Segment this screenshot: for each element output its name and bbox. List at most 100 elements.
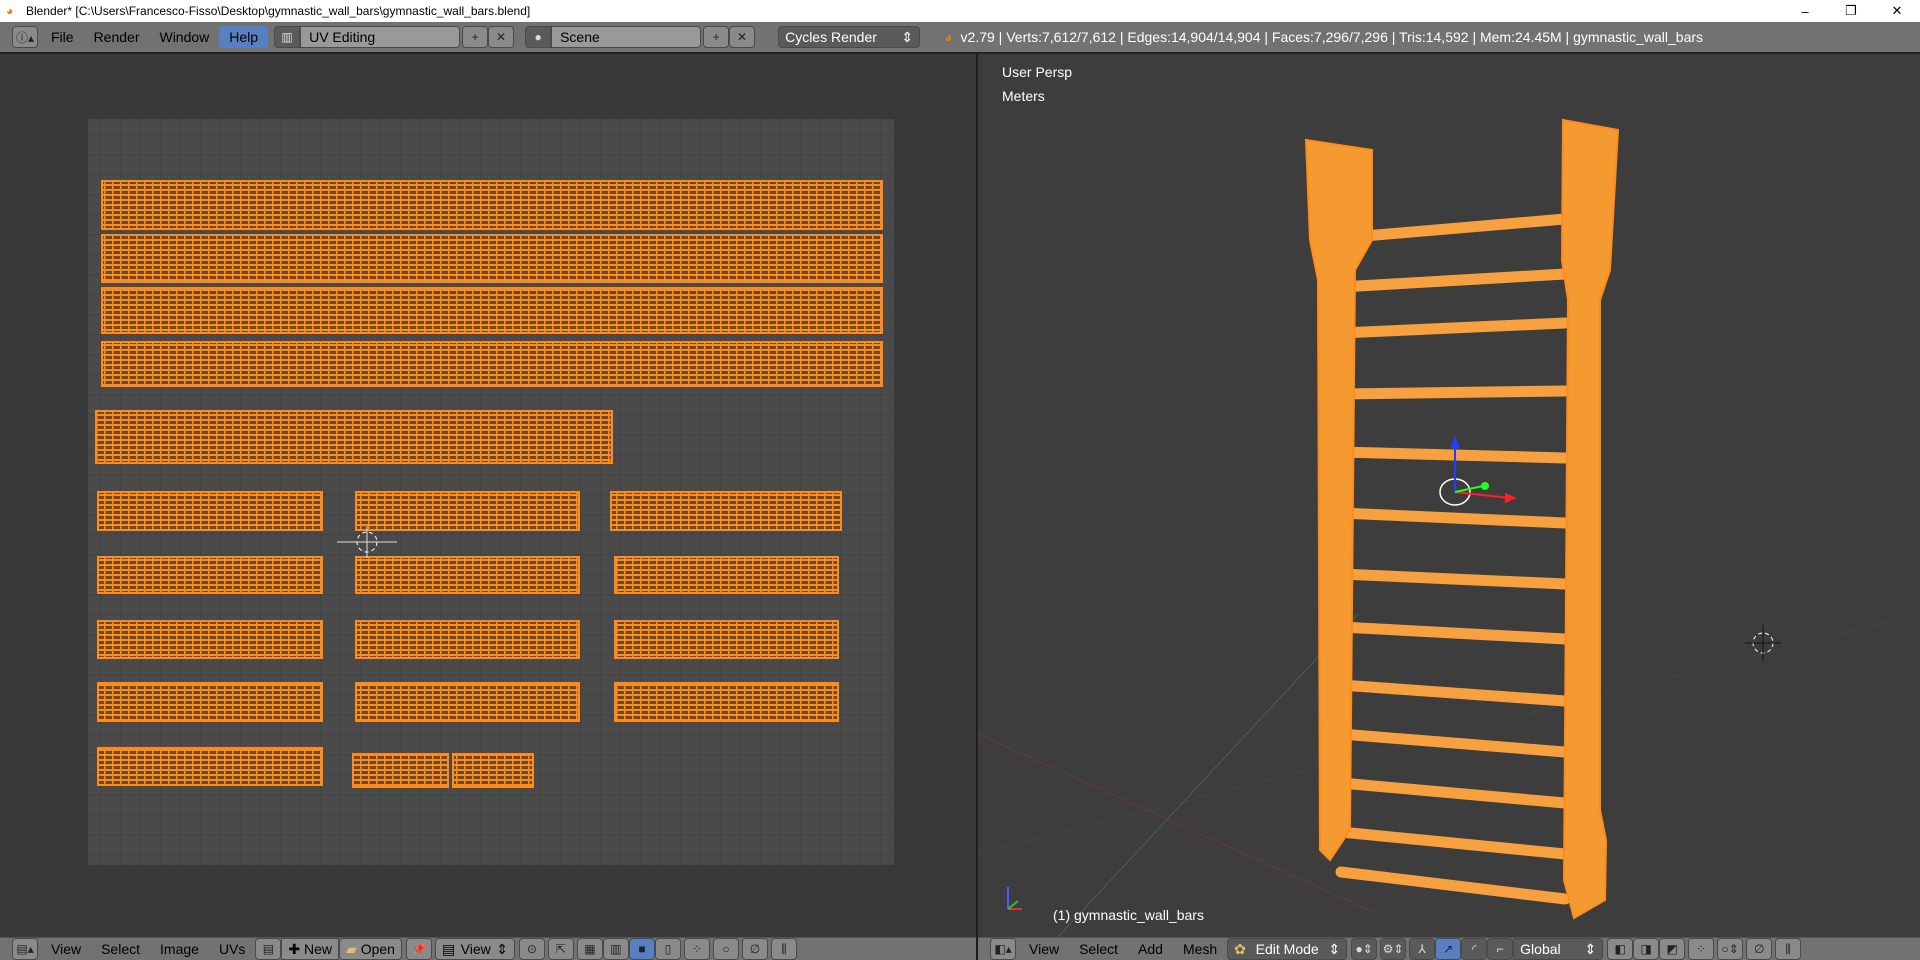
rotate-manipulator-icon[interactable]: ◜ [1461,938,1488,960]
uv-menu-select[interactable]: Select [91,938,150,960]
edge-select-mode-icon[interactable]: ◨ [1633,938,1660,960]
remove-scene-icon[interactable]: ✕ [729,26,756,48]
wall-bar-rung[interactable] [1335,446,1571,464]
uv-island[interactable] [97,556,323,594]
pivot-icon[interactable]: ⊙ [518,938,545,960]
snap-element-icon[interactable]: ⫼ [770,938,797,960]
uv-island[interactable] [97,491,323,531]
pin-icon[interactable]: 📌 [405,938,432,960]
manipulator-toggle-icon[interactable]: ⅄ [1409,938,1436,960]
uv-island[interactable] [97,620,323,659]
uv-island[interactable] [614,556,839,594]
snap-element-icon[interactable]: ⫼ [1775,938,1802,960]
menu-window[interactable]: Window [149,26,219,48]
uv-image-editor[interactable] [0,54,976,937]
snap-icon[interactable]: ∅ [741,938,768,960]
uv-island[interactable] [97,747,323,786]
vertex-select-icon[interactable]: ▦ [576,938,603,960]
view3d-menu-select[interactable]: Select [1069,938,1128,960]
uv-island[interactable] [355,491,580,531]
uv-menu-view[interactable]: View [41,938,91,960]
orientation-select[interactable]: Global ⇕ [1513,938,1604,960]
add-layout-icon[interactable]: + [462,26,489,48]
snap-icon[interactable]: ∅ [1746,938,1773,960]
uv-island[interactable] [614,620,839,659]
wall-bar-rung[interactable] [1335,507,1571,529]
uv-island[interactable] [610,491,842,531]
new-image-button[interactable]: ✚ New [281,938,340,960]
menu-render[interactable]: Render [84,26,150,48]
render-engine-select[interactable]: Cycles Render ⇕ [778,26,921,48]
viewport-canvas[interactable] [978,54,1920,937]
wall-bar-rung[interactable] [1335,679,1571,707]
wall-bar-rung[interactable] [1335,385,1571,400]
wall-bar-rung[interactable] [1335,866,1571,905]
left-rail[interactable] [1304,138,1373,862]
screen-layout-icon[interactable]: ▥ [274,26,301,48]
uv-island[interactable] [355,682,580,722]
uv-menu-uvs[interactable]: UVs [209,938,255,960]
scene-field[interactable]: Scene [551,26,702,48]
pivot-point-icon[interactable]: ⚙⇕ [1380,938,1407,960]
view3d-menu-add[interactable]: Add [1128,938,1173,960]
uv-menu-image[interactable]: Image [150,938,209,960]
uv-island[interactable] [95,410,613,464]
wall-bar-rung[interactable] [1335,317,1571,339]
face-select-icon[interactable]: ■ [628,938,655,960]
view3d-menu-mesh[interactable]: Mesh [1173,938,1227,960]
wall-bar-rung[interactable] [1335,728,1571,758]
view-mode-select[interactable]: ▤ View ⇕ [434,938,515,960]
scale-manipulator-icon[interactable]: ⌐ [1487,938,1514,960]
uv-island[interactable] [355,620,580,659]
wall-bar-rung[interactable] [1335,568,1571,590]
vertex-select-mode-icon[interactable]: ◧ [1607,938,1634,960]
uv-island[interactable] [101,287,883,334]
remove-layout-icon[interactable]: ✕ [488,26,515,48]
view-label: User Persp [1002,64,1073,80]
wall-bars-mesh[interactable] [1304,118,1620,920]
proportional-edit-icon[interactable]: ○⇕ [1717,938,1744,960]
menu-help[interactable]: Help [219,26,269,48]
browse-image-icon[interactable]: ▤ [255,938,282,960]
3d-viewport[interactable]: User Persp Meters (1) gymnastic_wall_bar… [978,54,1920,937]
uv-island[interactable] [97,682,323,722]
wall-bar-rung[interactable] [1335,268,1571,293]
add-scene-icon[interactable]: + [703,26,730,48]
uv-island[interactable] [614,682,839,722]
editor-type-info-icon[interactable]: ⓘ▴ [12,26,38,48]
limit-selection-icon[interactable]: ⁘ [1688,938,1715,960]
maximize-button[interactable]: ❐ [1828,0,1874,22]
uv-island[interactable] [355,556,580,594]
uv-island[interactable] [101,180,883,230]
wall-bar-rung[interactable] [1335,213,1571,244]
editor-type-image-icon[interactable]: ▤▴ [12,938,38,960]
wall-bar-rung[interactable] [1335,826,1571,860]
mode-select[interactable]: ✿ Edit Mode ⇕ [1227,938,1348,960]
view3d-menu-view[interactable]: View [1019,938,1069,960]
wall-bar-rung[interactable] [1335,621,1571,645]
sync-selection-icon[interactable]: ⇱ [547,938,574,960]
uv-island[interactable] [352,753,449,788]
uv-island[interactable] [101,341,883,387]
right-rail[interactable] [1560,118,1620,920]
updown-icon: ⇕ [496,940,508,957]
editor-type-3d-icon[interactable]: ◧▴ [990,938,1016,960]
shading-icon[interactable]: ●⇕ [1351,938,1378,960]
transform-gizmo-icon[interactable] [1439,436,1517,506]
uv-canvas[interactable] [0,54,976,937]
uv-island[interactable] [452,753,534,788]
close-button[interactable]: ✕ [1874,0,1920,22]
wall-bar-rung[interactable] [1335,777,1571,809]
uv-island[interactable] [101,234,883,283]
screen-layout-field[interactable]: UV Editing [300,26,461,48]
open-image-button[interactable]: ▰ Open [339,938,402,960]
island-select-icon[interactable]: ▯ [654,938,681,960]
menu-file[interactable]: File [41,26,84,48]
translate-manipulator-icon[interactable]: ↗ [1435,938,1462,960]
minimize-button[interactable]: – [1782,0,1828,22]
sticky-select-icon[interactable]: ⁘ [683,938,710,960]
proportional-edit-icon[interactable]: ○ [712,938,739,960]
edge-select-icon[interactable]: ▥ [602,938,629,960]
face-select-mode-icon[interactable]: ◩ [1659,938,1686,960]
scene-icon[interactable]: ● [525,26,552,48]
